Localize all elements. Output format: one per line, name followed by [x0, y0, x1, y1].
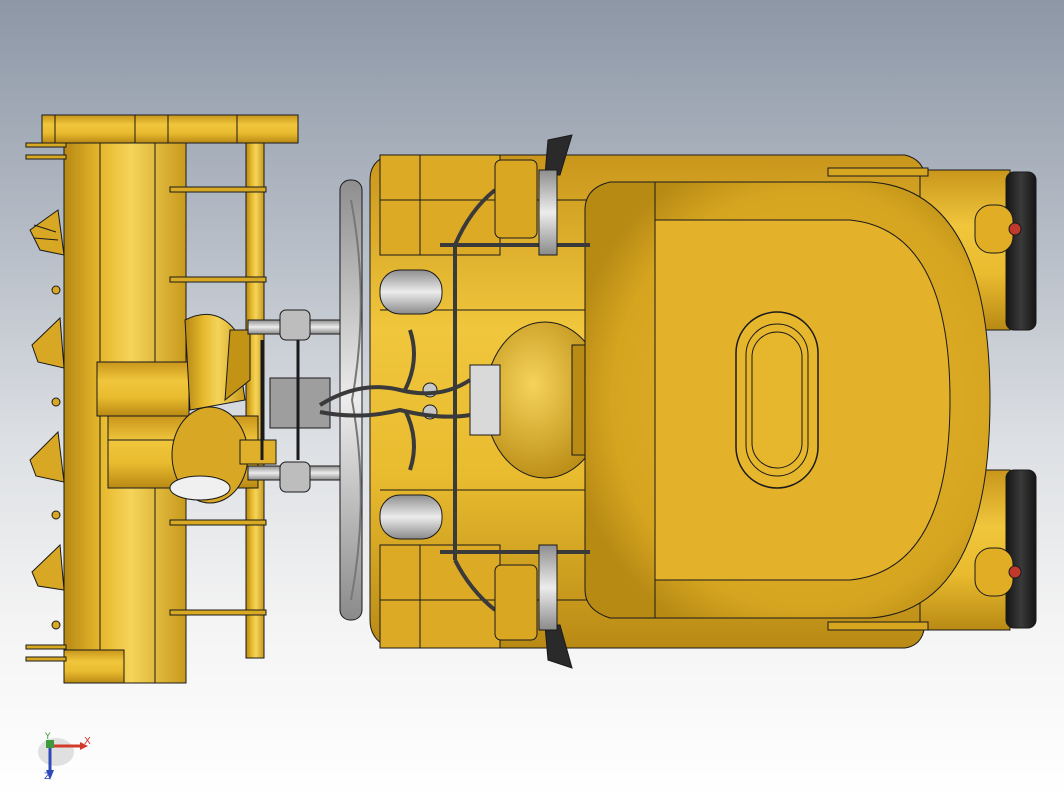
auger-housing[interactable] [25, 114, 299, 684]
operator-cab[interactable] [584, 181, 991, 619]
y-axis-label: Y [45, 732, 51, 742]
z-axis-label: Z [44, 772, 51, 782]
graphics-viewport[interactable]: X Y Z [0, 0, 1064, 798]
snow-blower-vehicle-model[interactable] [0, 0, 1064, 798]
x-axis-label: X [84, 736, 91, 747]
auger-teeth [29, 209, 65, 630]
